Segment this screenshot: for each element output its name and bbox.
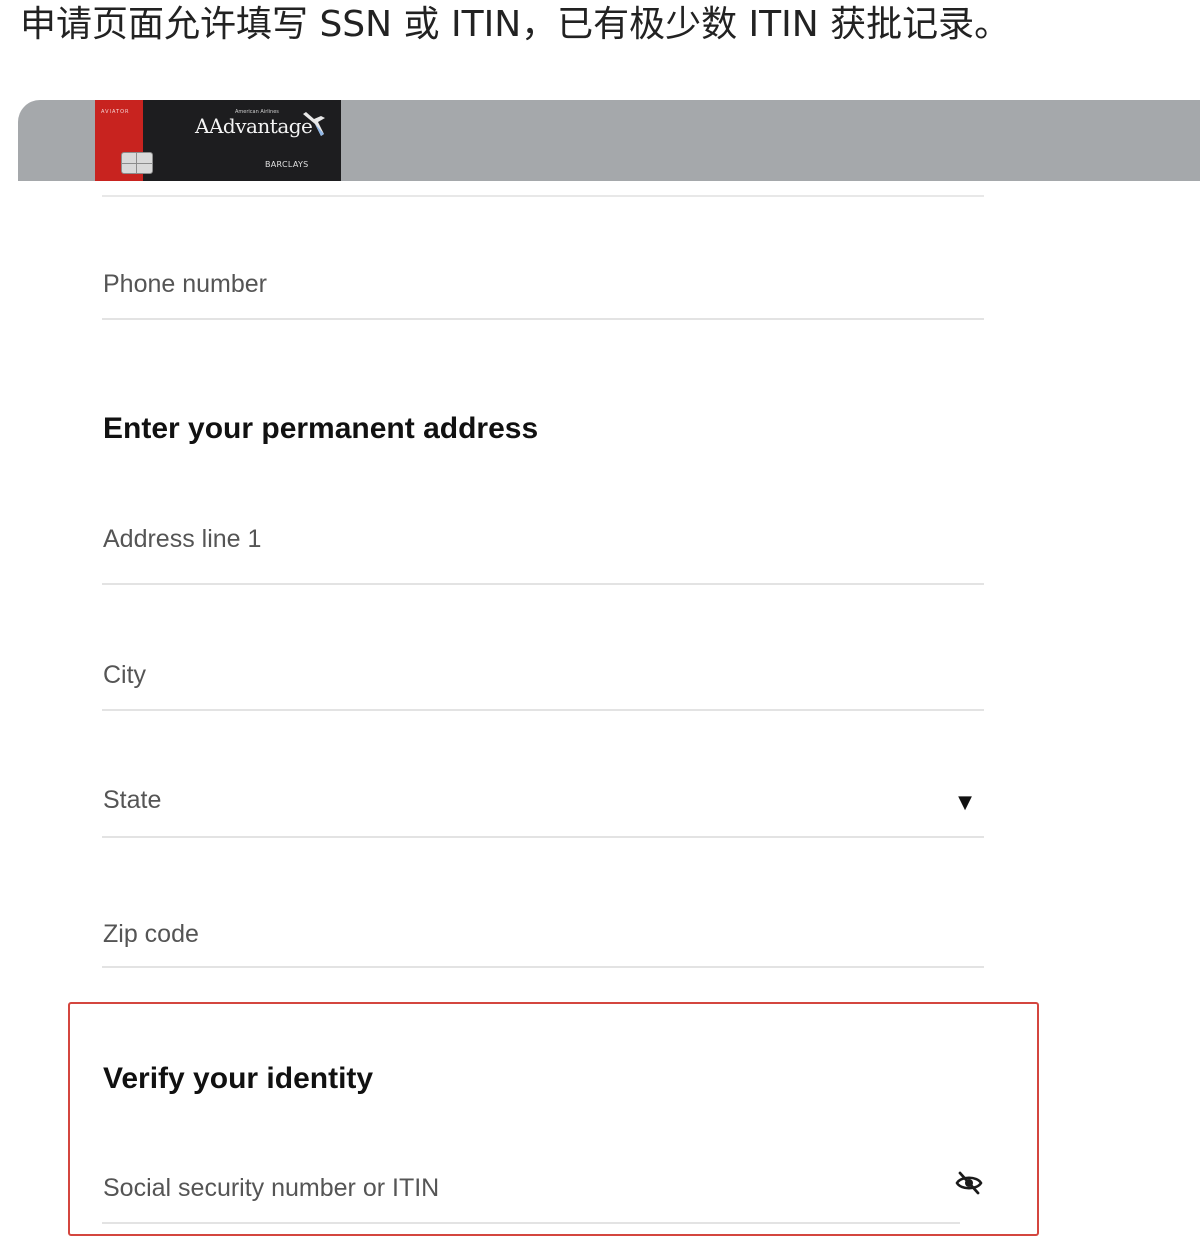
credit-card-image: AVIATOR American Airlines AAdvantage BAR…: [95, 100, 341, 181]
address-line1-underline: [102, 583, 984, 585]
card-brand-logo: AAdvantage: [195, 114, 313, 138]
city-underline: [102, 709, 984, 711]
post-caption: 申请页面允许填写 SSN 或 ITIN，已有极少数 ITIN 获批记录。: [20, 4, 1011, 45]
state-label: State: [103, 786, 162, 814]
chevron-down-icon[interactable]: ▼: [958, 792, 972, 813]
eagle-logo-icon: [303, 112, 325, 136]
phone-number-label: Phone number: [103, 270, 268, 298]
address-line1-label: Address line 1: [103, 525, 262, 553]
state-underline: [102, 836, 984, 838]
city-label: City: [103, 661, 147, 689]
header-banner: AVIATOR American Airlines AAdvantage BAR…: [18, 100, 1200, 181]
screenshot-frame: AVIATOR American Airlines AAdvantage BAR…: [18, 100, 1200, 1241]
ssn-itin-underline: [102, 1222, 960, 1224]
ssn-itin-label: Social security number or ITIN: [103, 1174, 440, 1202]
card-issuer-logo: BARCLAYS: [265, 160, 309, 169]
zip-code-underline: [102, 966, 984, 968]
phone-number-underline: [102, 318, 984, 320]
identity-section-heading: Verify your identity: [103, 1062, 374, 1095]
card-product-tag: AVIATOR: [101, 109, 130, 115]
eye-off-icon[interactable]: [954, 1168, 984, 1198]
zip-code-label: Zip code: [103, 920, 199, 948]
address-section-heading: Enter your permanent address: [103, 412, 539, 445]
previous-field-underline: [102, 195, 984, 197]
card-chip-icon: [121, 152, 153, 174]
